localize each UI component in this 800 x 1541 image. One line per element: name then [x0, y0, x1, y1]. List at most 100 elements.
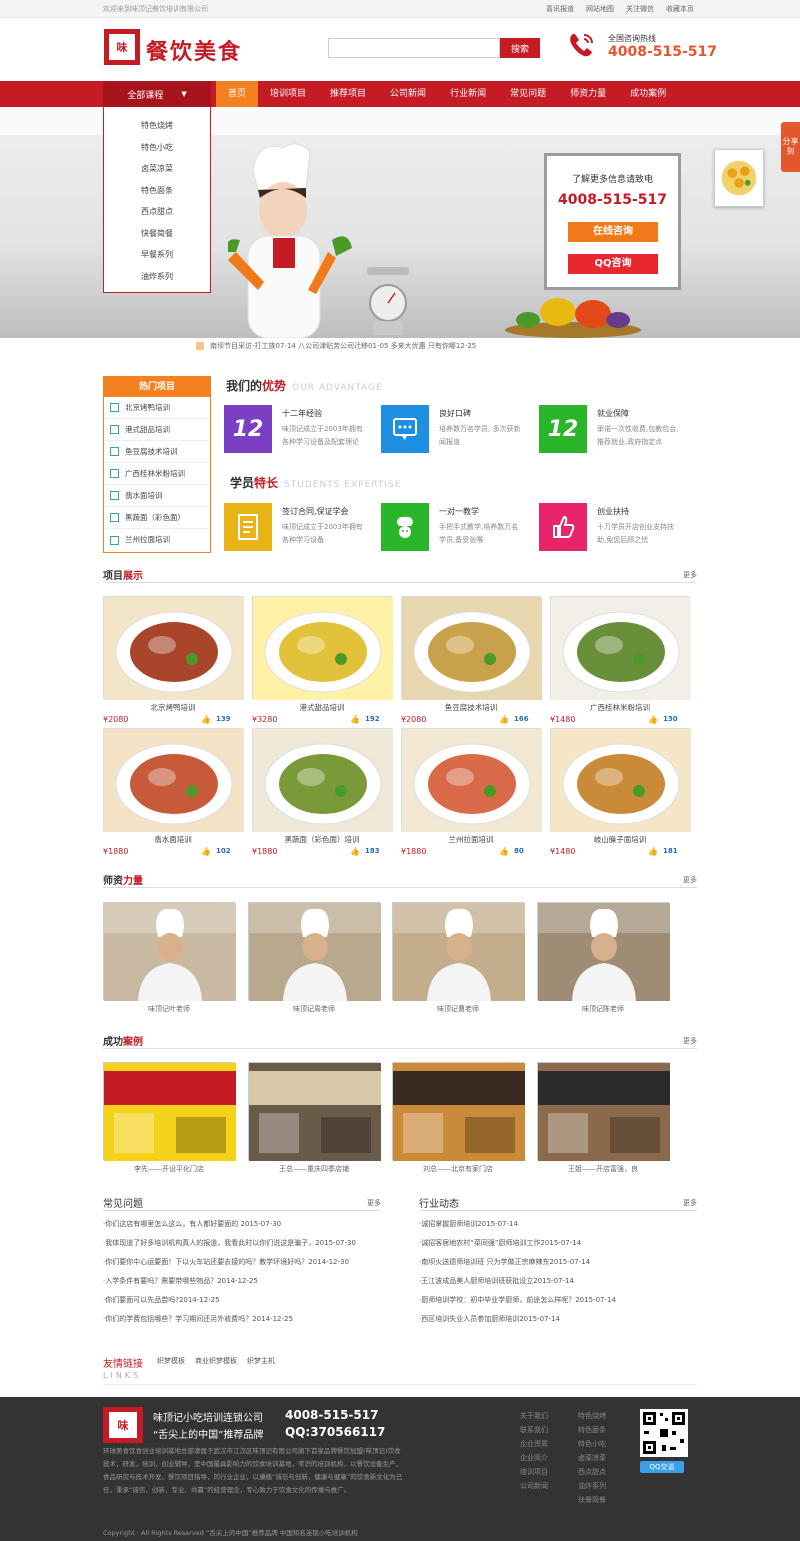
hot-project-item[interactable]: 黑蔬面（彩色面） [104, 507, 210, 529]
footer-link[interactable]: 关于我们 [520, 1409, 548, 1423]
product-image[interactable] [252, 596, 393, 700]
nav-recommended[interactable]: 推荐项目 [318, 81, 378, 107]
footer-link[interactable]: 西点甜点 [578, 1465, 606, 1479]
footer-link[interactable]: 特色面条 [578, 1423, 606, 1437]
product-name[interactable]: 港式甜品培训 [252, 702, 392, 713]
product-name[interactable]: 翡水面培训 [103, 834, 243, 845]
friend-link[interactable]: 织梦模板 [157, 1356, 185, 1366]
ticker-text[interactable]: 南坝节目采访-打工族07-14 八公司津贴劳公司迁移01-05 多来大优惠 只有… [210, 341, 476, 351]
product-name[interactable]: 黑蔬面（彩色面）培训 [252, 834, 392, 845]
teacher-name[interactable]: 味顶记曹老师 [392, 1004, 524, 1014]
footer-link[interactable]: 特色小吃 [578, 1437, 606, 1451]
case-name[interactable]: 刘总——北京有家门店 [392, 1164, 524, 1174]
hot-project-item[interactable]: 兰州拉面培训 [104, 529, 210, 551]
case-photo[interactable] [103, 1062, 236, 1161]
teachers-more-link[interactable]: 更多 [683, 875, 697, 885]
product-name[interactable]: 北京烤鸭培训 [103, 702, 243, 713]
footer-link[interactable]: 企业资质 [520, 1437, 548, 1451]
product-image[interactable] [401, 596, 542, 700]
qq-chat-badge[interactable]: QQ交谈 [640, 1461, 684, 1473]
product-name[interactable]: 广西桂林米粉培训 [550, 702, 690, 713]
case-photo[interactable] [248, 1062, 381, 1161]
dropdown-item[interactable]: 油炸系列 [104, 266, 210, 288]
case-photo[interactable] [392, 1062, 525, 1161]
news-item[interactable]: ·诚招掌握厨师培训2015-07-14 [419, 1215, 697, 1234]
cases-more-link[interactable]: 更多 [683, 1036, 697, 1046]
like-icon[interactable]: 👍 [648, 715, 658, 724]
dropdown-item[interactable]: 早餐系列 [104, 244, 210, 266]
all-courses-button[interactable]: 全部课程 ▼ [103, 81, 211, 107]
hot-project-item[interactable]: 广西桂林米粉培训 [104, 463, 210, 485]
news-item[interactable]: ·西区培训失业人员参加厨师培训2015-07-14 [419, 1310, 697, 1329]
like-icon[interactable]: 👍 [499, 715, 509, 724]
teacher-photo[interactable] [392, 902, 525, 1001]
case-name[interactable]: 王总——重庆四季店铺 [248, 1164, 380, 1174]
footer-link[interactable]: 油炸系列 [578, 1479, 606, 1493]
footer-link[interactable]: 特色烧烤 [578, 1409, 606, 1423]
logo[interactable]: 味 [104, 29, 140, 65]
faq-item[interactable]: ·你们要面可以先品尝吗?2014-12-25 [103, 1291, 381, 1310]
nav-cases[interactable]: 成功案例 [618, 81, 678, 107]
hot-project-item[interactable]: 鱼豆腐技术培训 [104, 441, 210, 463]
top-link-bookmark[interactable]: 收藏本页 [666, 4, 694, 14]
teacher-name[interactable]: 味顶记陈老师 [537, 1004, 669, 1014]
dropdown-item[interactable]: 特色小吃 [104, 137, 210, 159]
teacher-photo[interactable] [103, 902, 236, 1001]
product-image[interactable] [103, 596, 244, 700]
product-image[interactable] [550, 728, 691, 832]
footer-link[interactable]: 快餐简餐 [578, 1493, 606, 1507]
share-tab[interactable]: 分享到 [781, 122, 800, 172]
top-link-wechat[interactable]: 关注微信 [626, 4, 654, 14]
product-name[interactable]: 鱼豆腐技术培训 [401, 702, 541, 713]
like-icon[interactable]: 👍 [201, 847, 211, 856]
footer-link[interactable]: 培训项目 [520, 1465, 548, 1479]
faq-item[interactable]: ·入学条件有要吗？需要带哪些物品？2014-12-25 [103, 1272, 381, 1291]
nav-company-news[interactable]: 公司新闻 [378, 81, 438, 107]
friend-link[interactable]: 商业织梦模板 [195, 1356, 237, 1366]
teacher-photo[interactable] [248, 902, 381, 1001]
nav-teachers[interactable]: 师资力量 [558, 81, 618, 107]
product-image[interactable] [103, 728, 244, 832]
faq-item[interactable]: ·你们这店有哪里怎么这么，有人都好要面的 2015-07-30 [103, 1215, 381, 1234]
news-more-link[interactable]: 更多 [683, 1198, 697, 1208]
dropdown-item[interactable]: 西点甜点 [104, 201, 210, 223]
top-link-sitemap[interactable]: 网站地图 [586, 4, 614, 14]
hot-project-item[interactable]: 港式甜品培训 [104, 419, 210, 441]
like-icon[interactable]: 👍 [648, 847, 658, 856]
dropdown-item[interactable]: 快餐简餐 [104, 223, 210, 245]
faq-item[interactable]: ·你们要你中心运要面！下以火车站还要去接的吗？教学环境好吗？2014-12-30 [103, 1253, 381, 1272]
footer-link[interactable]: 联系我们 [520, 1423, 548, 1437]
faq-more-link[interactable]: 更多 [367, 1198, 381, 1208]
product-name[interactable]: 兰州拉面培训 [401, 834, 541, 845]
dropdown-item[interactable]: 特色面条 [104, 180, 210, 202]
like-icon[interactable]: 👍 [350, 847, 360, 856]
dropdown-item[interactable]: 特色烧烤 [104, 115, 210, 137]
hot-project-item[interactable]: 翡水面培训 [104, 485, 210, 507]
teacher-name[interactable]: 味顶记周老师 [248, 1004, 380, 1014]
teacher-photo[interactable] [537, 902, 670, 1001]
online-consult-button[interactable]: 在线咨询 [568, 222, 658, 242]
footer-link[interactable]: 卤菜凉菜 [578, 1451, 606, 1465]
footer-link[interactable]: 公司新闻 [520, 1479, 548, 1493]
like-icon[interactable]: 👍 [201, 715, 211, 724]
like-icon[interactable]: 👍 [499, 847, 509, 856]
news-item[interactable]: ·王江波成品美人厨师培训班获批设立2015-07-14 [419, 1272, 697, 1291]
case-name[interactable]: 王姐——开店富强，良 [537, 1164, 669, 1174]
top-link-news[interactable]: 喜讯报道 [546, 4, 574, 14]
search-input[interactable] [328, 38, 500, 58]
footer-link[interactable]: 企业简介 [520, 1451, 548, 1465]
nav-faq[interactable]: 常见问题 [498, 81, 558, 107]
nav-home[interactable]: 首页 [216, 81, 259, 107]
case-photo[interactable] [537, 1062, 670, 1161]
friend-link[interactable]: 织梦主机 [247, 1356, 275, 1366]
product-image[interactable] [401, 728, 542, 832]
faq-item[interactable]: ·你们的学费包括哪些？学习期间还另外收费吗？2014-12-25 [103, 1310, 381, 1329]
dish-thumbnail[interactable] [714, 149, 764, 207]
dropdown-item[interactable]: 卤菜凉菜 [104, 158, 210, 180]
hot-project-item[interactable]: 北京烤鸭培训 [104, 397, 210, 419]
news-item[interactable]: ·南坝火送德师培训班 只为学做正宗麻辣东2015-07-14 [419, 1253, 697, 1272]
faq-item[interactable]: ·我体现道了好多培训机构真人的报道，我看此时以你们说这是骗子，2015-07-3… [103, 1234, 381, 1253]
nav-training[interactable]: 培训项目 [258, 81, 318, 107]
search-button[interactable]: 搜索 [500, 38, 540, 58]
projects-more-link[interactable]: 更多 [683, 570, 697, 580]
